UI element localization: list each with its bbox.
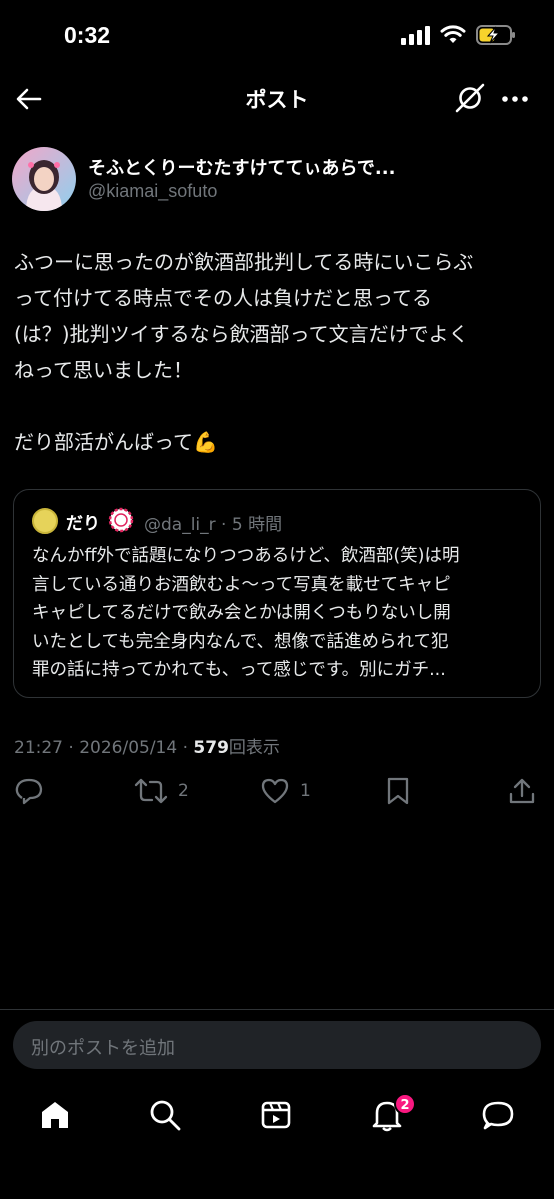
post-line: ねって思いました！ (14, 358, 193, 382)
heart-icon (261, 778, 289, 804)
post-line: だり部活がんばって💪 (14, 430, 218, 454)
notifications-badge: 2 (394, 1093, 416, 1115)
home-icon[interactable] (38, 1098, 72, 1132)
divider (0, 1009, 554, 1010)
reply-icon (15, 778, 43, 805)
quoted-avatar[interactable] (32, 508, 58, 534)
like-count: 1 (300, 781, 311, 801)
author-name[interactable]: そふとくりーむたすけててぃあらで... (88, 154, 395, 180)
quoted-post[interactable]: だり @da_li_r · 5 時間 なんかff外で話題になりつつあるけど、飲酒… (13, 489, 541, 698)
share-icon (509, 778, 535, 804)
messages-icon[interactable] (481, 1098, 515, 1132)
view-count-label: 回表示 (228, 738, 280, 758)
post-line: ふつーに思ったのが飲酒部批判してる時にいこらぶ (14, 250, 474, 274)
retweet-count: 2 (178, 781, 189, 801)
wifi-icon (440, 25, 466, 43)
bookmark-icon (387, 777, 409, 805)
seal-badge-icon (108, 507, 134, 533)
post-meta: 21:27 · 2026/05/14 · 579回表示 (14, 733, 280, 758)
reply-button[interactable] (14, 776, 44, 806)
status-bar: 0:32 (0, 0, 554, 74)
quoted-author-name: だり (66, 514, 100, 534)
search-icon[interactable] (148, 1098, 182, 1132)
top-nav: ポスト (0, 74, 554, 122)
reply-input[interactable]: 別のポストを追加 (13, 1021, 541, 1069)
quoted-text: なんかff外で話題になりつつあるけど、飲酒部(笑)は明 言している通りお酒飲むよ… (32, 542, 528, 685)
quoted-line: なんかff外で話題になりつつあるけど、飲酒部(笑)は明 (32, 546, 460, 566)
bookmark-button[interactable] (384, 776, 412, 806)
status-time: 0:32 (64, 22, 111, 48)
retweet-icon (134, 778, 168, 804)
post-timestamp: 21:27 · 2026/05/14 · (14, 738, 194, 758)
post-line: って付けてる時点でその人は負けだと思ってる (14, 286, 432, 310)
more-options-icon[interactable] (500, 84, 530, 114)
quoted-meta: @da_li_r · 5 時間 (144, 515, 283, 535)
quoted-line: いたとしても完全身内なんで、想像で話進められて犯 (32, 631, 449, 652)
quoted-line: 罪の話に持ってかれても、って感じです。別にガチ... (32, 660, 446, 680)
grok-icon[interactable] (454, 82, 486, 114)
post-line: (は？)批判ツイするなら飲酒部って文言だけでよく (14, 322, 469, 346)
share-button[interactable] (508, 776, 536, 806)
battery-charging-icon (476, 25, 515, 45)
view-count: 579 (193, 738, 229, 758)
quoted-line: 言している通りお酒飲むよ〜って写真を載せてキャピ (32, 574, 451, 595)
status-icons (400, 24, 516, 46)
reply-placeholder: 別のポストを追加 (31, 1038, 175, 1059)
post-text: ふつーに思ったのが飲酒部批判してる時にいこらぶ って付けてる時点でその人は負けだ… (14, 244, 544, 460)
avatar[interactable] (12, 147, 76, 211)
post-line (14, 388, 544, 424)
retweet-button[interactable]: 2 (134, 776, 189, 806)
quoted-line: キャピしてるだけで飲み会とかは開くつもりないし開 (32, 603, 451, 623)
media-icon[interactable] (259, 1098, 293, 1132)
like-button[interactable]: 1 (260, 776, 311, 806)
action-bar: 2 1 (0, 776, 554, 810)
cellular-signal-icon (401, 26, 430, 45)
author-handle[interactable]: @kiamai_sofuto (88, 181, 217, 202)
